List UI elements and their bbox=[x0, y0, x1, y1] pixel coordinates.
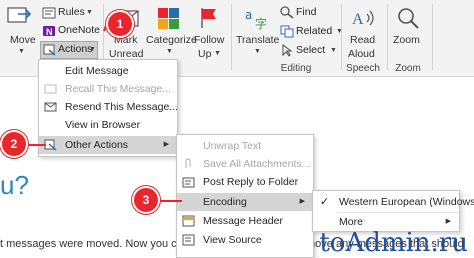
step-3-pointer bbox=[154, 200, 182, 202]
find-button[interactable]: Find bbox=[280, 6, 332, 20]
menu-item-label: Encoding bbox=[203, 196, 247, 208]
translate-icon: a 字 bbox=[245, 8, 267, 30]
categorize-caret: ▼ bbox=[166, 48, 173, 55]
translate-caret: ▼ bbox=[254, 48, 261, 55]
ribbon-divider bbox=[341, 4, 342, 70]
follow-up-caret: ▼ bbox=[214, 50, 221, 57]
message-header-icon bbox=[182, 215, 195, 227]
zoom-label: Zoom bbox=[393, 34, 420, 46]
magnifier-icon bbox=[398, 8, 419, 29]
view-source-icon bbox=[182, 234, 195, 246]
menu-item-recall-message[interactable]: Recall This Message... bbox=[39, 80, 177, 98]
zoom-group-label: Zoom bbox=[395, 63, 421, 74]
read-aloud-button[interactable]: A Read Aloud bbox=[344, 4, 382, 62]
onenote-icon: N bbox=[43, 26, 55, 37]
categorize-icon bbox=[158, 8, 179, 29]
rules-button[interactable]: Rules ▼ bbox=[42, 6, 102, 20]
actions-button[interactable]: Actions ▼ bbox=[40, 41, 98, 59]
page-heading: u? bbox=[0, 170, 29, 200]
menu-item-label: Post Reply to Folder bbox=[203, 176, 299, 188]
up-label: Up bbox=[198, 48, 212, 60]
move-button[interactable]: Move ▼ bbox=[6, 4, 36, 55]
menu-item-edit-message[interactable]: Edit Message bbox=[39, 62, 177, 80]
menu-item-save-all-attachments[interactable]: Save All Attachments... bbox=[177, 155, 313, 173]
aloud-label: Aloud bbox=[348, 48, 375, 60]
ribbon-divider bbox=[432, 4, 433, 70]
step-1-badge: 1 bbox=[108, 12, 132, 36]
rules-label: Rules bbox=[58, 6, 85, 18]
select-caret: ▼ bbox=[330, 47, 337, 54]
actions-menu: Edit Message Recall This Message... Rese… bbox=[38, 59, 178, 157]
menu-item-label: Resend This Message... bbox=[65, 101, 179, 113]
svg-text:字: 字 bbox=[255, 16, 267, 30]
other-actions-menu: Unwrap Text Save All Attachments... Post… bbox=[176, 134, 314, 258]
menu-item-label: View Source bbox=[203, 234, 262, 246]
onenote-label: OneNote bbox=[58, 24, 101, 36]
watermark: toAdmin.ru bbox=[319, 228, 468, 258]
menu-item-view-in-browser[interactable]: View in Browser bbox=[39, 116, 177, 134]
menu-item-resend-message[interactable]: Resend This Message... bbox=[39, 98, 179, 116]
menu-item-label: Recall This Message... bbox=[65, 83, 172, 95]
other-actions-icon bbox=[44, 139, 57, 151]
resend-icon bbox=[44, 102, 57, 112]
menu-item-view-source[interactable]: View Source bbox=[177, 231, 313, 249]
svg-text:a: a bbox=[245, 8, 252, 22]
submenu-arrow-icon: ▶ bbox=[163, 141, 169, 148]
ribbon-divider bbox=[231, 4, 232, 70]
move-icon bbox=[7, 7, 32, 23]
onenote-button[interactable]: N OneNote bbox=[42, 24, 104, 38]
checkmark-icon: ✓ bbox=[320, 196, 330, 208]
speech-group-label: Speech bbox=[346, 63, 380, 74]
translate-button[interactable]: a 字 Translate ▼ bbox=[234, 4, 280, 70]
follow-up-button[interactable]: Follow Up ▼ bbox=[192, 4, 228, 70]
select-button[interactable]: Select ▼ bbox=[280, 44, 338, 58]
rules-caret: ▼ bbox=[86, 9, 93, 16]
related-label: Related bbox=[296, 25, 333, 37]
step-2-badge: 2 bbox=[2, 132, 26, 156]
move-dropdown-caret: ▼ bbox=[18, 48, 25, 55]
actions-icon bbox=[43, 44, 56, 56]
read-aloud-icon: A bbox=[352, 10, 374, 28]
menu-item-label: Message Header bbox=[203, 215, 283, 227]
menu-item-label: Unwrap Text bbox=[203, 140, 262, 152]
menu-item-label: Other Actions bbox=[65, 139, 129, 151]
read-label: Read bbox=[350, 34, 376, 46]
attachment-icon bbox=[185, 158, 191, 168]
actions-label: Actions bbox=[58, 43, 93, 55]
menu-item-label: Edit Message bbox=[65, 65, 129, 77]
step-3-badge: 3 bbox=[134, 188, 158, 212]
svg-text:N: N bbox=[46, 27, 53, 37]
menu-item-label: Save All Attachments... bbox=[203, 158, 311, 170]
flag-icon bbox=[201, 8, 216, 28]
menu-item-encoding[interactable]: Encoding ▶ bbox=[177, 193, 313, 211]
translate-label: Translate bbox=[236, 34, 280, 46]
submenu-arrow-icon: ▶ bbox=[299, 198, 305, 205]
follow-label: Follow bbox=[194, 34, 225, 46]
move-label: Move bbox=[10, 34, 36, 46]
editing-group-label: Editing bbox=[280, 63, 312, 74]
menu-item-label: Western European (Windows) bbox=[339, 196, 474, 208]
post-reply-icon bbox=[182, 177, 195, 188]
ribbon-divider bbox=[387, 4, 388, 70]
related-button[interactable]: Related ▼ bbox=[280, 25, 344, 39]
menu-item-label: View in Browser bbox=[65, 119, 141, 131]
cursor-icon bbox=[282, 44, 293, 57]
page-body-text: t messages were moved. Now you ca bbox=[0, 238, 183, 250]
search-icon bbox=[280, 6, 294, 19]
zoom-button[interactable]: Zoom bbox=[390, 4, 426, 62]
menu-item-western-european[interactable]: ✓ Western European (Windows) bbox=[313, 193, 474, 211]
find-label: Find bbox=[296, 6, 317, 18]
related-icon bbox=[280, 25, 294, 38]
menu-item-post-reply-to-folder[interactable]: Post Reply to Folder bbox=[177, 173, 313, 191]
rules-icon bbox=[42, 7, 56, 19]
categorize-label: Categorize bbox=[146, 34, 197, 46]
recall-icon bbox=[44, 84, 57, 94]
menu-item-message-header[interactable]: Message Header bbox=[177, 212, 313, 230]
svg-text:A: A bbox=[352, 11, 364, 28]
menu-item-other-actions[interactable]: Other Actions ▶ bbox=[39, 136, 177, 154]
encoding-menu: ✓ Western European (Windows) More ▶ bbox=[312, 190, 474, 232]
actions-caret: ▼ bbox=[89, 46, 96, 53]
menu-item-unwrap-text[interactable]: Unwrap Text bbox=[177, 137, 313, 155]
select-label: Select bbox=[296, 44, 326, 56]
